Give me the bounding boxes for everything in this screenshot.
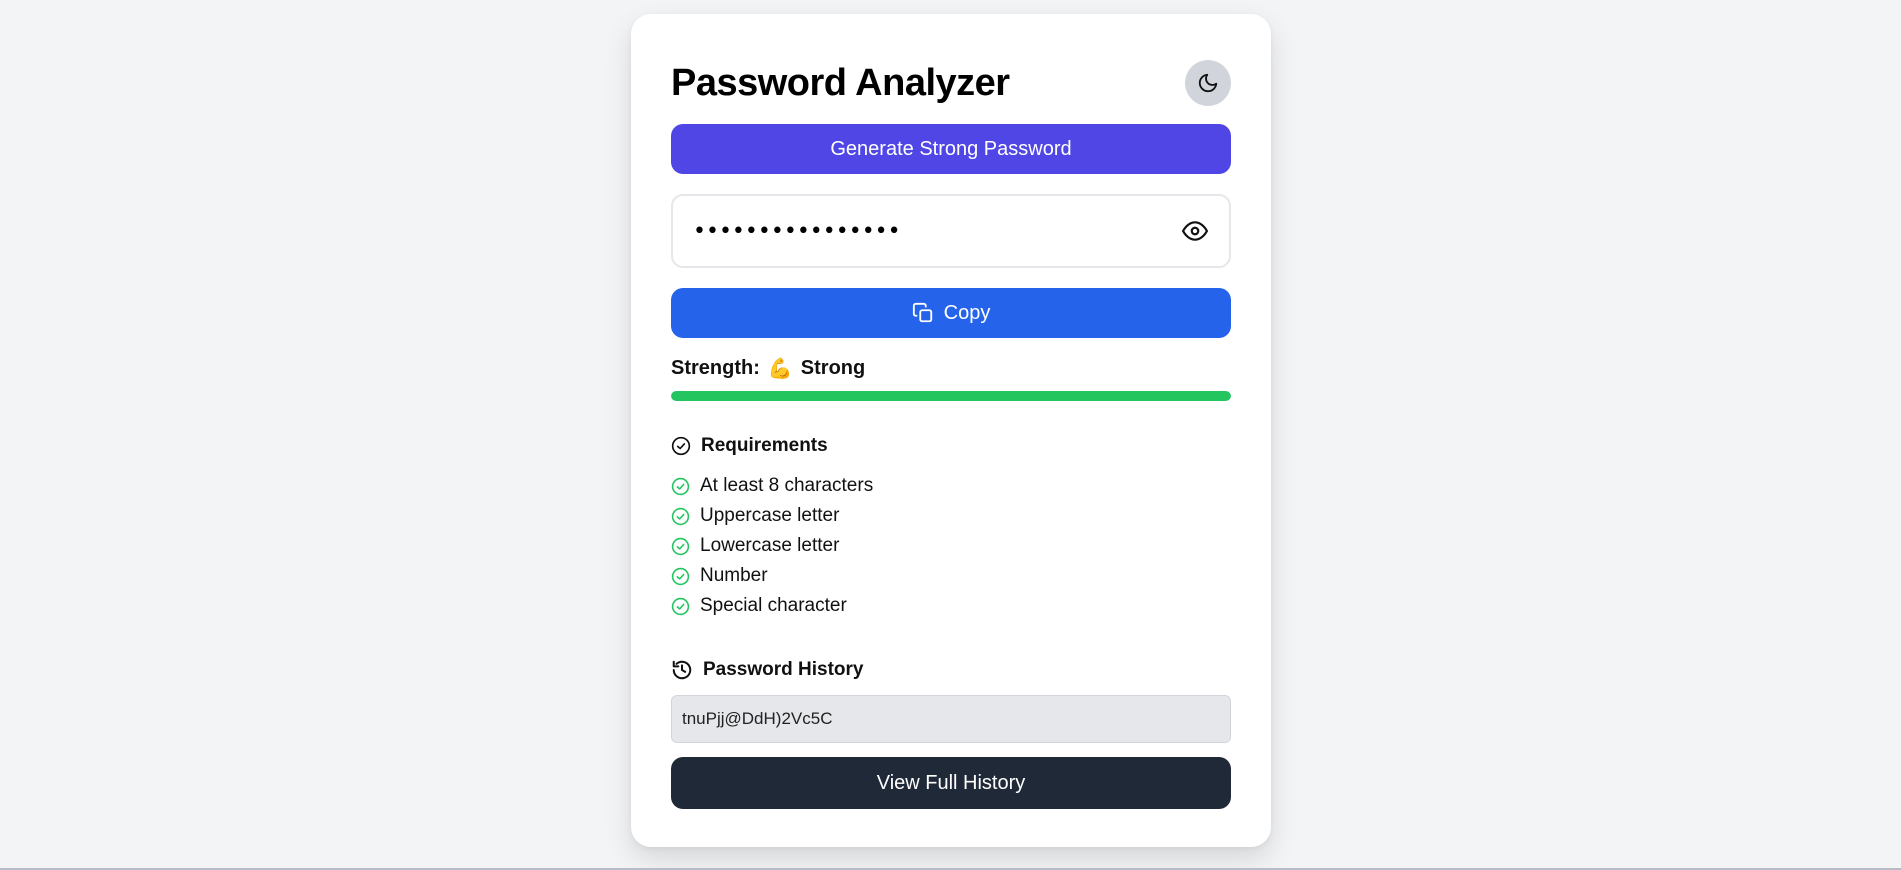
- requirement-item: Number: [671, 561, 1231, 591]
- requirement-item: Special character: [671, 591, 1231, 621]
- page: Password Analyzer Generate Strong Passwo…: [0, 0, 1901, 870]
- requirement-item: Lowercase letter: [671, 531, 1231, 561]
- history-entry[interactable]: tnuPjj@DdH)2Vc5C: [671, 695, 1231, 743]
- strength-row: Strength: 💪 Strong: [671, 356, 1231, 381]
- requirement-item: Uppercase letter: [671, 501, 1231, 531]
- requirement-label: Number: [700, 565, 768, 586]
- check-circle-icon: [671, 436, 691, 456]
- eye-icon: [1182, 221, 1208, 241]
- requirements-heading: Requirements: [671, 435, 1231, 457]
- history-heading: Password History: [671, 659, 1231, 681]
- generate-password-label: Generate Strong Password: [830, 137, 1072, 160]
- history-button-wrap: View Full History: [671, 757, 1231, 809]
- copy-button[interactable]: Copy: [671, 288, 1231, 338]
- check-circle-icon: [671, 537, 690, 555]
- check-circle-icon: [671, 477, 690, 495]
- requirement-label: Special character: [700, 595, 847, 616]
- copy-icon: [912, 302, 932, 323]
- strength-meter: [671, 391, 1231, 401]
- requirement-label: Lowercase letter: [700, 535, 840, 556]
- requirements-list: At least 8 characters Uppercase letter L…: [671, 471, 1231, 621]
- history-entry-value: tnuPjj@DdH)2Vc5C: [682, 709, 833, 728]
- password-field[interactable]: [671, 194, 1231, 268]
- strength-label: Strength:: [671, 357, 760, 379]
- history-icon: [672, 660, 692, 680]
- moon-icon: [1198, 73, 1218, 93]
- header: Password Analyzer: [671, 58, 1231, 108]
- strength-value: Strong: [800, 357, 866, 379]
- view-full-history-label: View Full History: [876, 771, 1026, 794]
- theme-toggle-button[interactable]: [1185, 60, 1231, 106]
- view-full-history-button[interactable]: View Full History: [671, 757, 1231, 809]
- check-circle-icon: [671, 507, 690, 525]
- password-input[interactable]: [693, 218, 1179, 244]
- check-circle-icon: [671, 567, 690, 585]
- strength-meter-fill: [671, 391, 1231, 401]
- requirement-label: At least 8 characters: [700, 475, 874, 496]
- page-title: Password Analyzer: [671, 61, 1010, 104]
- copy-label: Copy: [943, 301, 991, 324]
- requirements-section: Requirements At least 8 characters Upper…: [671, 435, 1231, 621]
- password-analyzer-card: Password Analyzer Generate Strong Passwo…: [631, 14, 1271, 847]
- requirement-item: At least 8 characters: [671, 471, 1231, 501]
- generate-password-button[interactable]: Generate Strong Password: [671, 124, 1231, 174]
- strength-emoji: 💪: [767, 358, 793, 380]
- toggle-visibility-button[interactable]: [1179, 215, 1211, 247]
- history-section: Password History tnuPjj@DdH)2Vc5C View F…: [671, 659, 1231, 809]
- requirements-title: Requirements: [701, 435, 828, 456]
- history-title: Password History: [703, 659, 864, 680]
- check-circle-icon: [671, 597, 690, 615]
- requirement-label: Uppercase letter: [700, 505, 840, 526]
